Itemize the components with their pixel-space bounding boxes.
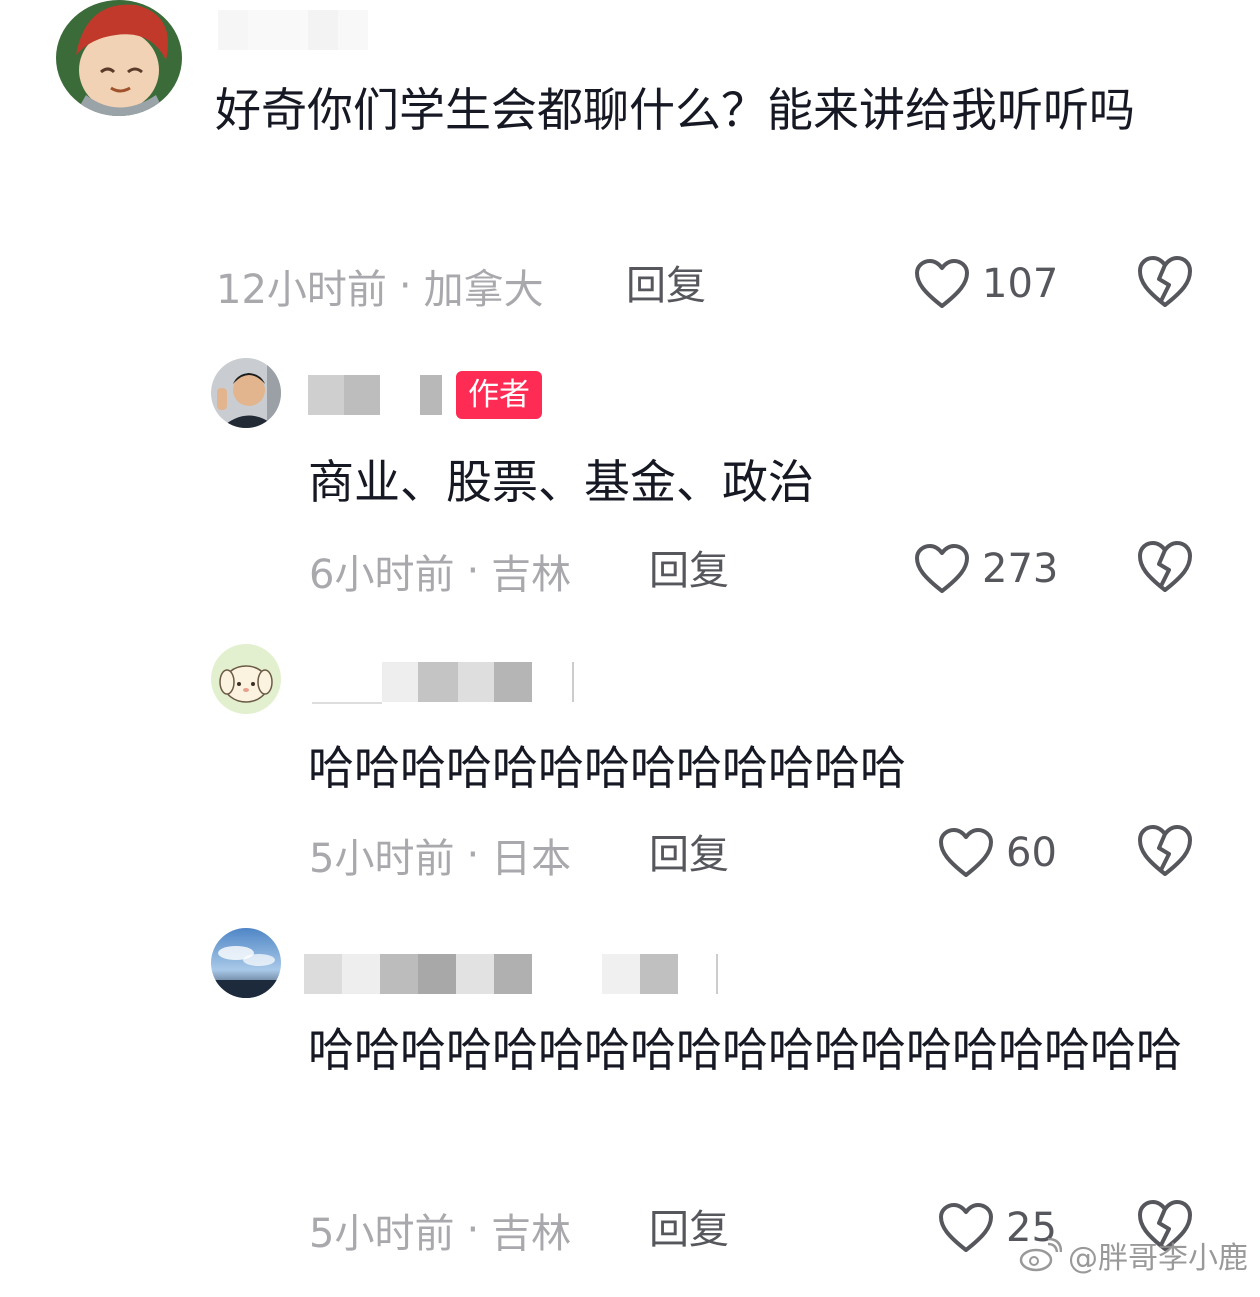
dislike-button[interactable] — [1137, 255, 1193, 309]
comment-meta: 5小时前 · 吉林 — [309, 1200, 571, 1260]
username-redacted[interactable] — [312, 662, 574, 704]
comment-text: 哈哈哈哈哈哈哈哈哈哈哈哈哈 — [308, 741, 906, 795]
location: 加拿大 — [423, 267, 544, 313]
reply-button[interactable]: 回复 — [649, 541, 729, 601]
broken-heart-icon — [1138, 256, 1192, 307]
like-count: 273 — [982, 546, 1059, 592]
heart-outline-icon — [939, 1203, 993, 1252]
author-tag: 作者 — [456, 371, 542, 419]
location: 日本 — [491, 836, 572, 882]
comment-text: 哈哈哈哈哈哈哈哈哈哈哈哈哈哈哈哈哈哈哈 — [308, 1023, 1182, 1077]
like-button[interactable]: 60 — [938, 823, 1057, 883]
username-redacted[interactable] — [304, 954, 718, 994]
timestamp: 6小时前 — [309, 552, 455, 598]
meta-separator: · — [466, 832, 480, 878]
avatar[interactable] — [56, 0, 182, 116]
heart-outline-icon — [939, 828, 993, 877]
location: 吉林 — [491, 552, 572, 598]
meta-separator: · — [466, 548, 480, 594]
like-button[interactable]: 107 — [914, 254, 1058, 314]
heart-outline-icon — [915, 259, 969, 308]
watermark-text: @胖哥李小鹿 — [1068, 1241, 1248, 1276]
meta-separator: · — [398, 263, 412, 309]
like-button[interactable]: 273 — [914, 539, 1058, 599]
avatar[interactable] — [211, 358, 281, 428]
comment-meta: 12小时前 · 加拿大 — [216, 256, 544, 316]
like-count: 107 — [982, 261, 1059, 307]
comment-meta: 6小时前 · 吉林 — [309, 541, 571, 601]
broken-heart-icon — [1138, 825, 1192, 876]
timestamp: 5小时前 — [309, 836, 455, 882]
reply-button[interactable]: 回复 — [649, 825, 729, 885]
reply-button[interactable]: 回复 — [626, 256, 706, 316]
comment-text: 好奇你们学生会都聊什么？能来讲给我听听吗 — [215, 83, 1135, 137]
username-redacted[interactable]: 作者 — [308, 371, 542, 419]
timestamp: 12小时前 — [216, 267, 387, 313]
dislike-button[interactable] — [1137, 824, 1193, 878]
weibo-watermark: @胖哥李小鹿 — [1018, 1233, 1248, 1277]
heart-outline-icon — [915, 544, 969, 593]
avatar[interactable] — [211, 928, 281, 998]
username-redacted[interactable] — [218, 10, 368, 50]
weibo-logo-icon — [1019, 1238, 1062, 1272]
location: 吉林 — [491, 1211, 572, 1257]
dislike-button[interactable] — [1137, 540, 1193, 594]
timestamp: 5小时前 — [309, 1211, 455, 1257]
avatar[interactable] — [211, 644, 281, 714]
meta-separator: · — [466, 1207, 480, 1253]
like-count: 60 — [1006, 830, 1057, 876]
broken-heart-icon — [1138, 541, 1192, 592]
comment-text: 商业、股票、基金、政治 — [308, 455, 814, 509]
comment-meta: 5小时前 · 日本 — [309, 825, 571, 885]
reply-button[interactable]: 回复 — [649, 1200, 729, 1260]
